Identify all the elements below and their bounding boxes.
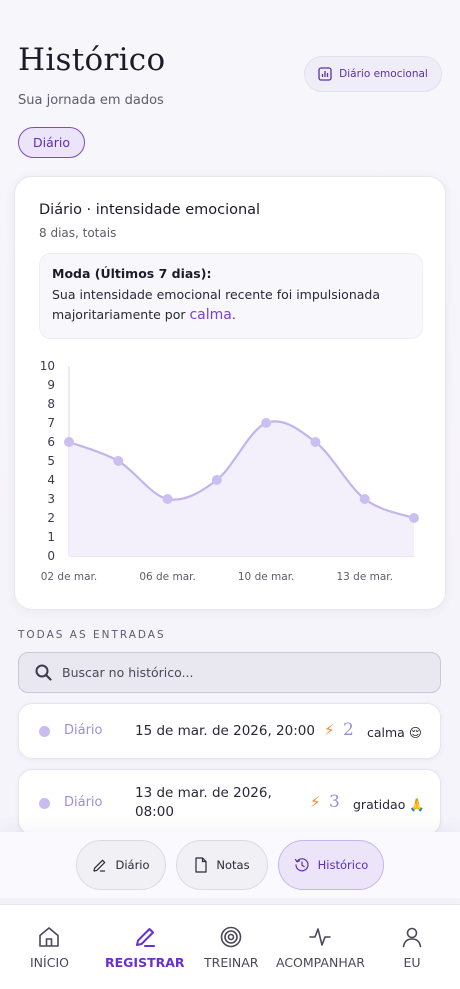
y-tick-label: 4 [47,473,55,487]
entry-card[interactable]: Diário 13 de mar. de 2026, 08:00 ⚡ 3 grat… [18,769,441,835]
home-icon [39,927,60,947]
y-tick-label: 0 [47,549,55,563]
user-icon [402,927,422,948]
entry-emotion: gratidao 🙏 [353,797,425,812]
entry-date-line1: 13 de mar. de 2026, [135,785,272,801]
data-point[interactable] [409,513,419,523]
entry-dot [39,726,50,737]
entry-dot [39,798,50,809]
entry-intensity: 2 [343,720,354,740]
tab-eu[interactable]: EU [400,925,424,970]
y-tick-label: 10 [40,359,55,373]
subnav-historico-button[interactable]: Histórico [278,840,384,890]
data-point[interactable] [310,437,321,447]
bottom-tab-bar: INÍCIO REGISTRAR TREINAR ACOMPANHAR EU [0,904,460,989]
tab-acompanhar-label: ACOMPANHAR [276,955,365,970]
search-bar[interactable] [18,652,441,693]
tab-acompanhar[interactable]: ACOMPANHAR [276,925,365,970]
chart-area [69,421,414,556]
lightning-icon: ⚡ [324,721,335,739]
emotional-diary-label: Diário emocional [339,68,428,80]
document-icon [195,857,208,873]
history-subnav: Diário Notas Histórico [0,832,460,898]
activity-icon [309,928,332,946]
filter-chip-diario[interactable]: Diário [18,127,86,158]
entry-intensity: 3 [329,792,340,812]
tab-eu-label: EU [403,955,421,970]
subnav-diario-button[interactable]: Diário [76,840,166,890]
history-icon [294,858,309,872]
y-tick-label: 7 [47,416,55,430]
subnav-notas-label: Notas [216,858,250,872]
chart-icon [318,67,332,81]
x-tick-label: 10 de mar. [238,571,295,583]
x-tick-label: 06 de mar. [139,571,196,583]
tab-treinar-label: TREINAR [204,955,259,970]
entry-type: Diário [64,723,103,738]
subnav-diario-label: Diário [115,858,150,872]
target-icon [220,926,242,948]
y-tick-label: 3 [47,492,55,506]
page-title: Histórico [18,42,166,78]
y-tick-label: 1 [47,530,55,544]
tab-registrar-label: REGISTRAR [105,955,185,970]
data-point[interactable] [64,437,74,447]
tab-inicio[interactable]: INÍCIO [30,925,69,970]
entry-date: 15 de mar. de 2026, 20:00 [135,723,315,739]
search-input[interactable] [62,665,402,680]
y-tick-label: 2 [47,511,55,525]
entry-emotion: calma 😌 [367,725,422,740]
data-point[interactable] [261,418,272,428]
data-point[interactable] [359,494,370,504]
data-point[interactable] [211,475,222,485]
entries-section-label: TODAS AS ENTRADAS [18,629,166,641]
emotional-diary-button[interactable]: Diário emocional [304,56,442,92]
intensity-line-chart: 0 1 2 3 4 5 6 7 8 9 10 02 de mar. 06 de mar. 10 de ma… [40,359,419,583]
entry-date-line2: 08:00 [135,804,174,820]
tab-treinar[interactable]: TREINAR [204,925,259,970]
pencil-icon [93,859,106,872]
y-tick-label: 5 [47,454,55,468]
tab-registrar[interactable]: REGISTRAR [105,925,185,970]
x-tick-label: 02 de mar. [41,571,98,583]
x-tick-label: 13 de mar. [336,571,393,583]
entry-type: Diário [64,795,103,810]
search-icon [35,664,52,681]
tab-inicio-label: INÍCIO [30,955,69,970]
y-tick-label: 6 [47,435,55,449]
y-tick-label: 8 [47,397,55,411]
subnav-historico-label: Histórico [317,858,369,872]
page-subtitle: Sua jornada em dados [18,93,164,108]
entry-card[interactable]: Diário 15 de mar. de 2026, 20:00 ⚡ 2 cal… [18,703,441,759]
data-point[interactable] [113,456,124,466]
entry-date: 13 de mar. de 2026, 08:00 [135,784,272,822]
pen-icon [135,928,155,947]
lightning-icon: ⚡ [310,793,321,811]
subnav-notas-button[interactable]: Notas [176,840,268,890]
y-tick-label: 9 [47,378,55,392]
data-point[interactable] [162,494,173,504]
